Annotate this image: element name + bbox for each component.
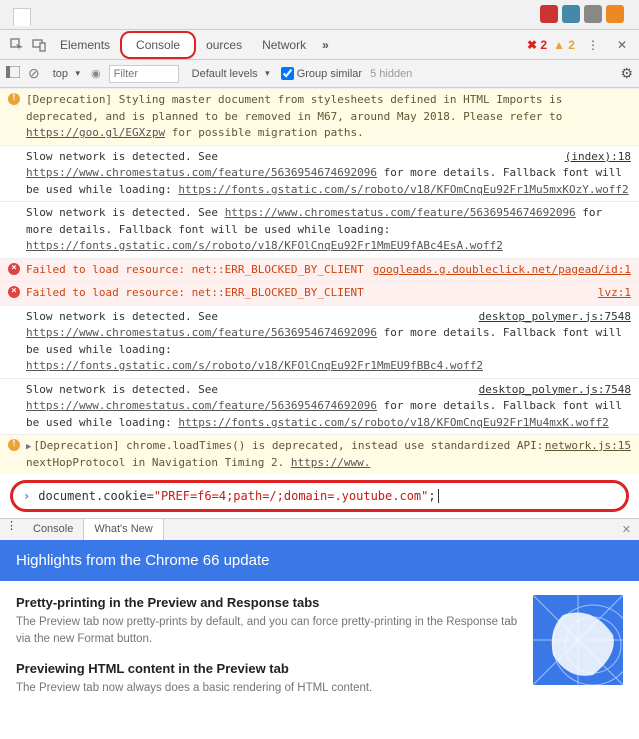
tabs-overflow-icon[interactable]: » — [316, 38, 335, 52]
url-link[interactable]: https://fonts.gstatic.com/s/roboto/v18/K… — [26, 239, 503, 252]
device-toggle-icon[interactable] — [28, 34, 50, 56]
hidden-count: 5 hidden — [370, 68, 412, 80]
drawer-tabs: ⋮ Console What's New ✕ — [0, 518, 639, 540]
tab-elements[interactable]: Elements — [50, 31, 120, 59]
context-selector[interactable]: top — [48, 65, 83, 83]
console-log: [Deprecation] Styling master document fr… — [0, 88, 639, 474]
console-message: desktop_polymer.js:7548Slow network is d… — [0, 378, 639, 435]
warning-count[interactable]: ▲ 2 — [553, 38, 575, 52]
url-link[interactable]: https://goo.gl/EGXzpw — [26, 126, 165, 139]
prompt-chevron-icon: › — [23, 489, 30, 503]
settings-gear-icon[interactable]: ⚙ — [620, 65, 633, 82]
url-link[interactable]: https://www.chromestatus.com/feature/563… — [225, 206, 576, 219]
filter-input[interactable] — [109, 65, 179, 83]
inspect-icon[interactable] — [6, 34, 28, 56]
warning-icon — [8, 439, 20, 451]
tab-network[interactable]: Network — [252, 31, 316, 59]
expand-triangle-icon[interactable]: ▶ — [26, 441, 31, 455]
url-link[interactable]: https://fonts.gstatic.com/s/roboto/v18/K… — [178, 416, 608, 429]
live-expression-icon[interactable]: ◉ — [91, 67, 101, 80]
log-levels-selector[interactable]: Default levels — [187, 65, 273, 83]
tab-sources[interactable]: ources — [196, 31, 252, 59]
browser-chrome — [0, 0, 639, 30]
text-cursor — [438, 489, 439, 503]
update-heading: Pretty-printing in the Preview and Respo… — [16, 595, 519, 610]
console-message: Slow network is detected. See https://ww… — [0, 201, 639, 258]
console-input-code[interactable]: document.cookie="PREF=f6=4;path=/;domain… — [38, 489, 435, 503]
url-link[interactable]: https://fonts.gstatic.com/s/roboto/v18/K… — [26, 359, 483, 372]
drawer-close-icon[interactable]: ✕ — [614, 519, 639, 540]
drawer-tab-whatsnew[interactable]: What's New — [84, 519, 163, 540]
url-link[interactable]: https://www.chromestatus.com/feature/563… — [26, 326, 377, 339]
update-illustration — [533, 595, 623, 685]
error-count[interactable]: ✖ 2 — [527, 38, 547, 52]
group-similar-checkbox[interactable]: Group similar — [281, 67, 362, 80]
console-message: [Deprecation] Styling master document fr… — [0, 88, 639, 145]
update-paragraph: The Preview tab now always does a basic … — [16, 680, 519, 697]
url-link[interactable]: https://www.chromestatus.com/feature/563… — [26, 166, 377, 179]
devtools-tab-bar: Elements Console ources Network » ✖ 2 ▲ … — [0, 30, 639, 60]
url-link[interactable]: https://fonts.gstatic.com/s/roboto/v18/K… — [178, 183, 628, 196]
update-paragraph: The Preview tab now pretty-prints by def… — [16, 614, 519, 649]
ext-icon[interactable] — [584, 5, 602, 23]
kebab-menu-icon[interactable]: ⋮ — [581, 38, 605, 52]
console-message: googleads.g.doubleclick.net/pagead/id:1F… — [0, 258, 639, 282]
drawer-tab-console[interactable]: Console — [23, 519, 84, 540]
extension-icons — [540, 5, 624, 23]
source-link[interactable]: desktop_polymer.js:7548 — [479, 309, 631, 326]
update-banner: Highlights from the Chrome 66 update — [0, 540, 639, 581]
clear-console-icon[interactable]: ⊘ — [28, 65, 40, 82]
source-link[interactable]: desktop_polymer.js:7548 — [479, 382, 631, 399]
source-link[interactable]: network.js:15 — [545, 438, 631, 455]
console-message: desktop_polymer.js:7548Slow network is d… — [0, 305, 639, 378]
warning-icon — [8, 93, 20, 105]
close-devtools-icon[interactable]: ✕ — [611, 38, 633, 52]
source-link[interactable]: googleads.g.doubleclick.net/pagead/id:1 — [373, 262, 631, 279]
source-link[interactable]: lvz:1 — [598, 285, 631, 302]
sidebar-toggle-icon[interactable] — [6, 66, 20, 81]
ext-icon[interactable] — [562, 5, 580, 23]
error-icon — [8, 286, 20, 298]
update-heading: Previewing HTML content in the Preview t… — [16, 661, 519, 676]
console-message: (index):18Slow network is detected. See … — [0, 145, 639, 202]
source-link[interactable]: (index):18 — [565, 149, 631, 166]
console-input[interactable]: › document.cookie="PREF=f6=4;path=/;doma… — [10, 480, 629, 512]
error-icon — [8, 263, 20, 275]
ext-icon[interactable] — [540, 5, 558, 23]
browser-tab-stub — [13, 8, 31, 26]
console-toolbar: ⊘ top ◉ Default levels Group similar 5 h… — [0, 60, 639, 88]
tab-console[interactable]: Console — [120, 31, 196, 59]
console-message: lvz:1Failed to load resource: net::ERR_B… — [0, 281, 639, 305]
ext-icon[interactable] — [606, 5, 624, 23]
url-link[interactable]: https://www. — [291, 456, 370, 469]
url-link[interactable]: https://www.chromestatus.com/feature/563… — [26, 399, 377, 412]
console-message: network.js:15▶[Deprecation] chrome.loadT… — [0, 434, 639, 474]
drawer-menu-icon[interactable]: ⋮ — [0, 519, 23, 540]
update-content: Pretty-printing in the Preview and Respo… — [0, 581, 639, 723]
